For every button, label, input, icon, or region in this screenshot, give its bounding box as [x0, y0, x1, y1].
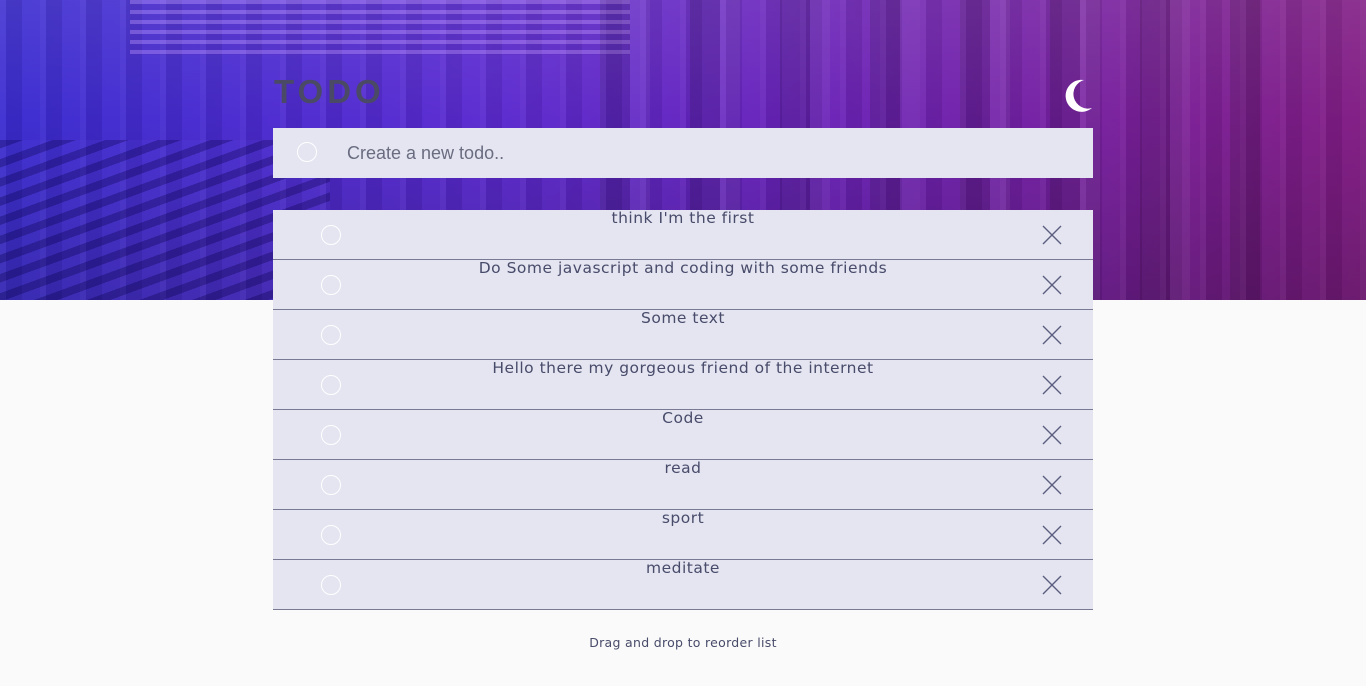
todo-item[interactable]: sport — [273, 510, 1093, 560]
new-todo-bar — [273, 128, 1093, 178]
drag-drop-hint: Drag and drop to reorder list — [589, 635, 777, 650]
delete-icon[interactable] — [1042, 425, 1062, 445]
todo-item[interactable]: meditate — [273, 560, 1093, 610]
delete-icon[interactable] — [1042, 475, 1062, 495]
todo-text: sport — [661, 509, 705, 527]
todo-text: meditate — [646, 559, 720, 577]
todo-text: Do Some javascript and coding with some … — [478, 259, 888, 277]
todo-item[interactable]: think I'm the first — [273, 210, 1093, 260]
delete-icon[interactable] — [1042, 225, 1062, 245]
new-todo-input[interactable] — [347, 138, 1067, 168]
todo-text: Code — [662, 409, 704, 427]
delete-icon[interactable] — [1042, 325, 1062, 345]
todo-item[interactable]: Code — [273, 410, 1093, 460]
todo-list: think I'm the first Do Some javascript a… — [273, 210, 1093, 610]
todo-item[interactable]: Hello there my gorgeous friend of the in… — [273, 360, 1093, 410]
todo-checkbox[interactable] — [321, 225, 341, 245]
todo-checkbox[interactable] — [321, 325, 341, 345]
delete-icon[interactable] — [1042, 525, 1062, 545]
todo-item[interactable]: Some text — [273, 310, 1093, 360]
todo-text: think I'm the first — [611, 209, 755, 227]
todo-checkbox[interactable] — [321, 275, 341, 295]
delete-icon[interactable] — [1042, 375, 1062, 395]
todo-checkbox[interactable] — [321, 375, 341, 395]
todo-item[interactable]: Do Some javascript and coding with some … — [273, 260, 1093, 310]
delete-icon[interactable] — [1042, 275, 1062, 295]
todo-checkbox[interactable] — [321, 475, 341, 495]
app-title: TODO — [274, 73, 385, 110]
todo-text: Hello there my gorgeous friend of the in… — [492, 359, 874, 377]
delete-icon[interactable] — [1042, 575, 1062, 595]
todo-checkbox[interactable] — [321, 575, 341, 595]
theme-toggle-button[interactable] — [1064, 78, 1094, 114]
todo-checkbox[interactable] — [321, 425, 341, 445]
moon-icon — [1065, 79, 1092, 112]
todo-item[interactable]: read — [273, 460, 1093, 510]
todo-text: read — [664, 459, 702, 477]
todo-checkbox[interactable] — [321, 525, 341, 545]
new-todo-checkbox[interactable] — [297, 142, 317, 162]
todo-text: Some text — [641, 309, 725, 327]
background-ceiling — [130, 0, 630, 55]
